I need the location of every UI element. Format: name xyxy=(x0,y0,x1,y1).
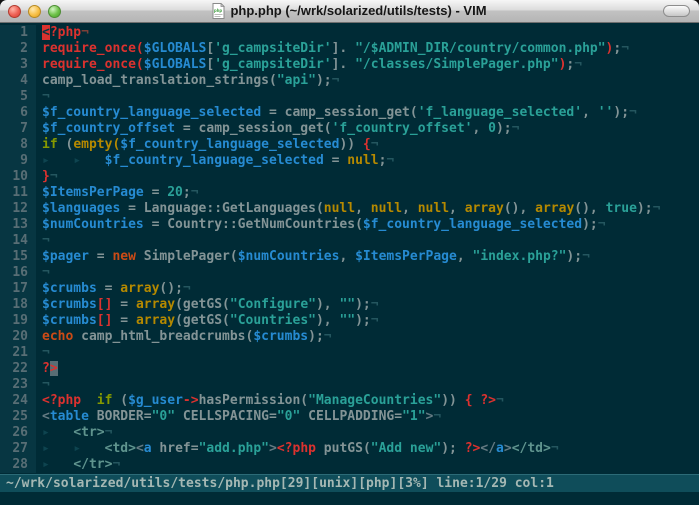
code-text: <?php¬ xyxy=(36,25,89,41)
code-line[interactable]: 13$numCountries = Country::GetNumCountri… xyxy=(0,217,699,233)
code-line[interactable]: 18$crumbs[] = array(getGS("Configure"), … xyxy=(0,297,699,313)
line-number: 1 xyxy=(0,25,36,41)
line-number: 7 xyxy=(0,121,36,137)
command-line xyxy=(0,492,699,505)
code-line[interactable]: 10}¬ xyxy=(0,169,699,185)
code-text: ▸ ▸ <td><a href="add.php"><?php putGS("A… xyxy=(36,441,559,457)
line-number: 3 xyxy=(0,57,36,73)
code-text: $numCountries = Country::GetNumCountries… xyxy=(36,217,606,233)
line-number: 6 xyxy=(0,105,36,121)
line-number: 8 xyxy=(0,137,36,153)
line-number: 12 xyxy=(0,201,36,217)
line-number: 19 xyxy=(0,313,36,329)
code-line[interactable]: 7$f_country_offset = camp_session_get('f… xyxy=(0,121,699,137)
code-text: ¬ xyxy=(36,265,50,281)
close-button[interactable] xyxy=(8,5,21,18)
code-text: }¬ xyxy=(36,169,58,185)
code-text: ¬ xyxy=(36,233,50,249)
code-text: $crumbs = array();¬ xyxy=(36,281,191,297)
title-area: php php.php (~/wrk/solarized/utils/tests… xyxy=(0,0,699,21)
line-number: 22 xyxy=(0,361,36,377)
status-line: ~/wrk/solarized/utils/tests/php.php[29][… xyxy=(0,474,699,492)
code-text: ¬ xyxy=(36,345,50,361)
code-line[interactable]: 1<?php¬ xyxy=(0,25,699,41)
line-number: 13 xyxy=(0,217,36,233)
traffic-lights xyxy=(8,5,61,18)
code-text: $f_country_language_selected = camp_sess… xyxy=(36,105,637,121)
code-text: ¬ xyxy=(36,377,50,393)
line-number: 10 xyxy=(0,169,36,185)
code-text: $pager = new SimplePager($numCountries, … xyxy=(36,249,590,265)
window-title: php.php (~/wrk/solarized/utils/tests) - … xyxy=(230,3,486,18)
code-text: echo camp_html_breadcrumbs($crumbs);¬ xyxy=(36,329,332,345)
vim-window: php php.php (~/wrk/solarized/utils/tests… xyxy=(0,0,699,505)
code-text: require_once($GLOBALS['g_campsiteDir']. … xyxy=(36,41,629,57)
code-line[interactable]: 26▸ <tr>¬ xyxy=(0,425,699,441)
code-area[interactable]: 1<?php¬2require_once($GLOBALS['g_campsit… xyxy=(0,23,699,474)
code-line[interactable]: 25<table BORDER="0" CELLSPACING="0" CELL… xyxy=(0,409,699,425)
code-text: <table BORDER="0" CELLSPACING="0" CELLPA… xyxy=(36,409,441,425)
code-line[interactable]: 4camp_load_translation_strings("api");¬ xyxy=(0,73,699,89)
line-number: 15 xyxy=(0,249,36,265)
minimize-button[interactable] xyxy=(28,5,41,18)
titlebar: php php.php (~/wrk/solarized/utils/tests… xyxy=(0,0,699,23)
line-number: 16 xyxy=(0,265,36,281)
code-line[interactable]: 3require_once($GLOBALS['g_campsiteDir'].… xyxy=(0,57,699,73)
line-number: 2 xyxy=(0,41,36,57)
line-number: 27 xyxy=(0,441,36,457)
code-line[interactable]: 11$ItemsPerPage = 20;¬ xyxy=(0,185,699,201)
line-number: 5 xyxy=(0,89,36,105)
code-line[interactable]: 20echo camp_html_breadcrumbs($crumbs);¬ xyxy=(0,329,699,345)
code-line[interactable]: 24<?php if ($g_user->hasPermission("Mana… xyxy=(0,393,699,409)
code-text: if (empty($f_country_language_selected))… xyxy=(36,137,379,153)
line-number: 28 xyxy=(0,457,36,473)
code-line[interactable]: 15$pager = new SimplePager($numCountries… xyxy=(0,249,699,265)
code-line[interactable]: 27▸ ▸ <td><a href="add.php"><?php putGS(… xyxy=(0,441,699,457)
document-icon: php xyxy=(212,3,225,19)
line-number: 11 xyxy=(0,185,36,201)
code-line[interactable]: 23¬ xyxy=(0,377,699,393)
svg-text:php: php xyxy=(214,8,222,14)
zoom-button[interactable] xyxy=(48,5,61,18)
line-number: 24 xyxy=(0,393,36,409)
code-line[interactable]: 6$f_country_language_selected = camp_ses… xyxy=(0,105,699,121)
line-number: 26 xyxy=(0,425,36,441)
code-text: $crumbs[] = array(getGS("Configure"), ""… xyxy=(36,297,379,313)
code-text: ▸ <tr>¬ xyxy=(36,425,112,441)
code-text: $crumbs[] = array(getGS("Countries"), ""… xyxy=(36,313,379,329)
line-number: 14 xyxy=(0,233,36,249)
code-line[interactable]: 2require_once($GLOBALS['g_campsiteDir'].… xyxy=(0,41,699,57)
line-number: 21 xyxy=(0,345,36,361)
code-text: $f_country_offset = camp_session_get('f_… xyxy=(36,121,519,137)
line-number: 17 xyxy=(0,281,36,297)
code-text: require_once($GLOBALS['g_campsiteDir']. … xyxy=(36,57,582,73)
code-line[interactable]: 8if (empty($f_country_language_selected)… xyxy=(0,137,699,153)
code-text: $languages = Language::GetLanguages(null… xyxy=(36,201,660,217)
line-number: 4 xyxy=(0,73,36,89)
code-text: ?> xyxy=(36,361,58,377)
code-line[interactable]: 19$crumbs[] = array(getGS("Countries"), … xyxy=(0,313,699,329)
code-line[interactable]: 14¬ xyxy=(0,233,699,249)
code-line[interactable]: 16¬ xyxy=(0,265,699,281)
code-text: ¬ xyxy=(36,89,50,105)
code-line[interactable]: 28▸ </tr>¬ xyxy=(0,457,699,473)
line-number: 9 xyxy=(0,153,36,169)
code-text: ▸ ▸ $f_country_language_selected = null;… xyxy=(36,153,394,169)
line-number: 20 xyxy=(0,329,36,345)
code-text: $ItemsPerPage = 20;¬ xyxy=(36,185,199,201)
code-line[interactable]: 9▸ ▸ $f_country_language_selected = null… xyxy=(0,153,699,169)
line-number: 18 xyxy=(0,297,36,313)
code-line[interactable]: 12$languages = Language::GetLanguages(nu… xyxy=(0,201,699,217)
line-number: 25 xyxy=(0,409,36,425)
code-line[interactable]: 21¬ xyxy=(0,345,699,361)
code-line[interactable]: 5¬ xyxy=(0,89,699,105)
code-text: ▸ </tr>¬ xyxy=(36,457,120,473)
code-text: <?php if ($g_user->hasPermission("Manage… xyxy=(36,393,504,409)
line-number: 23 xyxy=(0,377,36,393)
code-line[interactable]: 22?> xyxy=(0,361,699,377)
code-text: camp_load_translation_strings("api");¬ xyxy=(36,73,339,89)
code-line[interactable]: 17$crumbs = array();¬ xyxy=(0,281,699,297)
toolbar-toggle-button[interactable] xyxy=(663,5,690,17)
